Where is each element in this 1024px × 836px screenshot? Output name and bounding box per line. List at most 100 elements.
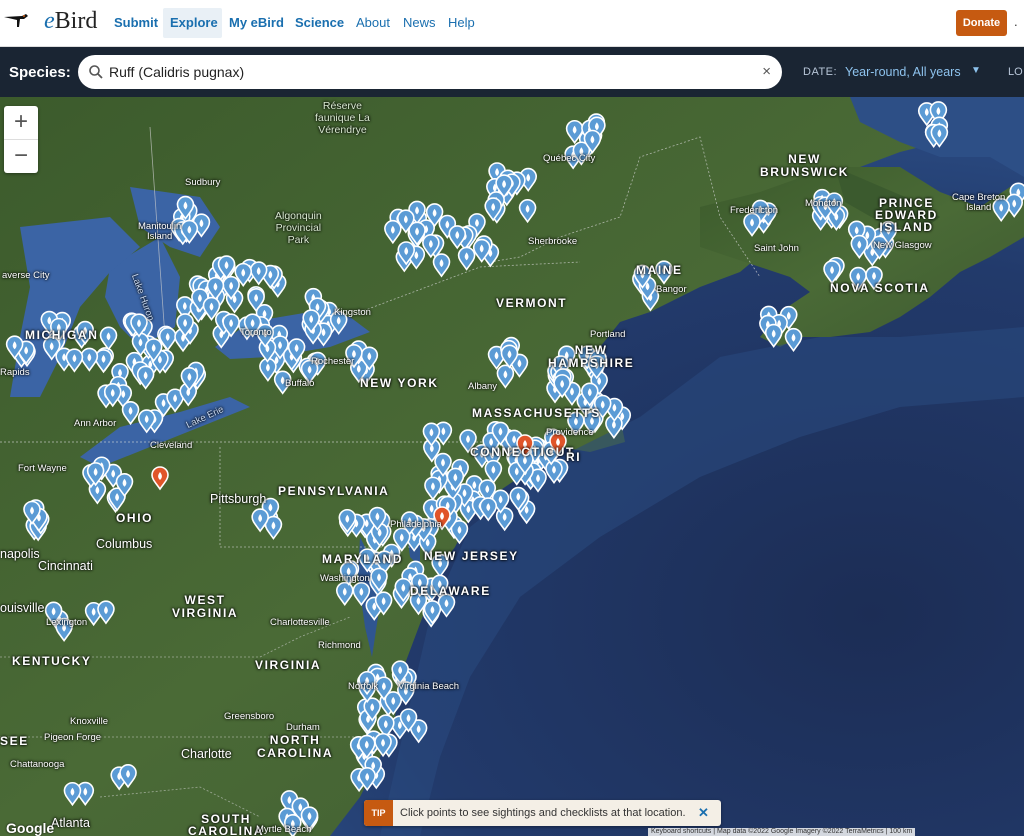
map-label-rapids: Rapids <box>0 367 30 378</box>
map-label-rochester: Rochester <box>311 356 355 367</box>
clear-icon[interactable]: × <box>762 63 771 80</box>
map-label-fredericton: Fredericton <box>730 205 779 216</box>
map-label-prince-edward-island: PRINCE EDWARD ISLAND <box>875 196 938 234</box>
brand-e: e <box>44 8 55 34</box>
species-label: Species: <box>9 64 71 81</box>
species-search-input[interactable]: Ruff (Calidris pugnax) × <box>78 55 782 89</box>
map-label-chattanooga: Chattanooga <box>10 759 65 770</box>
map-label-algonquin: Algonquin Provincial Park <box>275 210 322 246</box>
map-label-virginia-beach: Virginia Beach <box>398 681 460 692</box>
map-label-sudbury: Sudbury <box>185 177 221 188</box>
map-label-atlanta: Atlanta <box>51 816 90 830</box>
map-label-maryland: MARYLAND <box>322 552 404 566</box>
map-label-massachusetts: MASSACHUSETTS <box>472 406 601 420</box>
map-label-louisville: ouisville <box>0 601 45 615</box>
map-label-charlotte: Charlotte <box>181 747 232 761</box>
map-label-vermont: VERMONT <box>496 296 568 310</box>
map-label-knoxville: Knoxville <box>70 716 109 727</box>
map-label-richmond: Richmond <box>318 640 361 651</box>
nav-help[interactable]: Help <box>448 15 475 30</box>
map-label-sherbrooke: Sherbrooke <box>528 236 578 247</box>
close-icon[interactable]: ✕ <box>698 805 709 821</box>
map-label-pittsburgh: Pittsburgh <box>210 492 267 506</box>
map-label-south-carolina: SOUTH CAROLINA <box>188 812 265 836</box>
chevron-down-icon[interactable]: ▼ <box>971 65 981 76</box>
map-label-pigeon-forge: Pigeon Forge <box>44 732 102 743</box>
zoom-out-button[interactable]: − <box>4 140 38 173</box>
map-label-providence: Providence <box>546 427 594 438</box>
map-canvas[interactable]: Réserve faunique La Vérendrye Sudbury Al… <box>0 97 1024 836</box>
map-label-delaware: DELAWARE <box>410 584 491 598</box>
map-label-saint-john: Saint John <box>754 243 799 254</box>
map-attribution[interactable]: Keyboard shortcuts | Map data ©2022 Goog… <box>648 828 916 836</box>
map-label-connecticut: CONNECTICUT <box>470 445 575 459</box>
date-label: DATE: <box>803 66 838 78</box>
tip-badge: TIP <box>364 800 393 826</box>
map-label-rhode-island: RI <box>566 450 582 464</box>
map-label-cape-breton: Cape Breton Island <box>952 192 1006 213</box>
map-label-reserve: Réserve faunique La Vérendrye <box>315 100 370 136</box>
search-icon <box>89 65 103 79</box>
zoom-in-button[interactable]: + <box>4 106 38 139</box>
map-label-new-brunswick: NEW BRUNSWICK <box>760 152 850 179</box>
map-label-ann-arbor: Ann Arbor <box>74 418 117 429</box>
map-label-tennessee: SEE <box>0 734 29 748</box>
map-label-kentucky: KENTUCKY <box>12 654 92 668</box>
map-label-quebec-city: Québec City <box>543 153 596 164</box>
map-label-west-virginia: WEST VIRGINIA <box>172 593 239 620</box>
nav-explore[interactable]: Explore <box>170 15 218 30</box>
species-bar: Species: Ruff (Calidris pugnax) × DATE: … <box>0 47 1024 97</box>
map-label-ohio: OHIO <box>116 511 154 525</box>
nav-science[interactable]: Science <box>295 15 344 30</box>
map-label-bangor: Bangor <box>656 284 687 295</box>
map-label-charlottesville: Charlottesville <box>270 617 330 628</box>
map-label-cleveland: Cleveland <box>150 440 193 451</box>
map-label-indianapolis: napolis <box>0 547 40 561</box>
tip-text: Click points to see sightings and checkl… <box>400 807 686 819</box>
map-label-toronto: Toronto <box>240 327 272 338</box>
map-label-myrtle-beach: Myrtle Beach <box>256 824 312 835</box>
map-label-virginia: VIRGINIA <box>255 658 322 672</box>
map-label-greensboro: Greensboro <box>224 711 275 722</box>
brand-logo[interactable]: eBird <box>44 8 97 35</box>
map-label-cincinnati: Cincinnati <box>38 559 93 573</box>
search-value: Ruff (Calidris pugnax) <box>109 64 245 80</box>
nav-about[interactable]: About <box>356 15 390 30</box>
more-menu[interactable]: . <box>1014 14 1018 29</box>
map-label-manitoulin: Manitoulin Island <box>138 221 182 242</box>
map-label-north-carolina: NORTH CAROLINA <box>257 733 334 760</box>
map-label-new-hampshire: NEW HAMPSHIRE <box>548 343 635 370</box>
map-label-columbus: Columbus <box>96 537 153 551</box>
map-label-michigan: MICHIGAN <box>25 328 99 342</box>
map-label-maine: MAINE <box>636 263 683 277</box>
location-label: LO <box>1008 66 1023 78</box>
map-label-pennsylvania: PENNSYLVANIA <box>278 484 390 498</box>
map-label-new-jersey: NEW JERSEY <box>424 549 519 563</box>
map-label-new-glasgow: New Glasgow <box>873 240 932 251</box>
map-label-washington: Washington <box>320 573 370 584</box>
brand-text: Bird <box>54 8 98 34</box>
zoom-controls: + − <box>4 106 38 173</box>
top-nav: eBird Submit Explore My eBird Science Ab… <box>0 0 1024 47</box>
map-label-moncton: Moncton <box>805 198 842 209</box>
map-label-buffalo: Buffalo <box>285 378 315 389</box>
map-label-fort-wayne: Fort Wayne <box>18 463 67 474</box>
google-logo: Google <box>6 820 55 836</box>
nav-submit[interactable]: Submit <box>114 15 158 30</box>
map-terrain <box>0 97 1024 836</box>
map-label-traverse-city: averse City <box>2 270 50 281</box>
map-label-portland: Portland <box>590 329 626 340</box>
map-label-durham: Durham <box>286 722 320 733</box>
map-label-albany: Albany <box>468 381 498 392</box>
map-label-new-york: NEW YORK <box>360 376 439 390</box>
nav-my-ebird[interactable]: My eBird <box>229 15 284 30</box>
map-label-lexington: Lexington <box>46 617 88 628</box>
donate-button[interactable]: Donate <box>956 10 1007 36</box>
nav-news[interactable]: News <box>403 15 436 30</box>
map-label-norfolk: Norfolk <box>348 681 379 692</box>
map-label-kingston: Kingston <box>334 307 371 318</box>
tip-banner: TIP Click points to see sightings and ch… <box>364 800 721 826</box>
date-select[interactable]: Year-round, All years <box>845 65 961 79</box>
ebird-logo-icon[interactable] <box>0 0 38 46</box>
map-label-philadelphia: Philadelphia <box>390 519 442 530</box>
